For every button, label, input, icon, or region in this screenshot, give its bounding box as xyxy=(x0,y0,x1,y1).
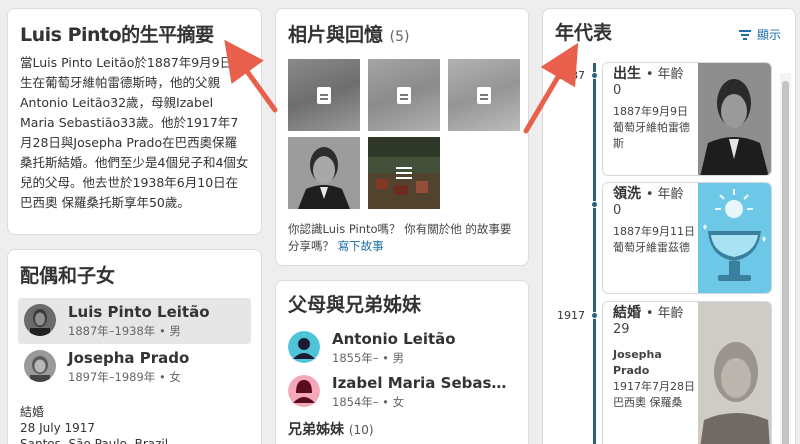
spouses-children-card: 配偶和子女 Luis Pinto Leitão 1887年–1938年 • 男 … xyxy=(7,249,262,444)
event-person: Josepha Prado xyxy=(613,348,662,377)
photos-memories-card: 相片與回憶 (5) 你認識Luis Pinto嗎？ 你有關於他 的故事要分享嗎？… xyxy=(275,8,529,266)
life-summary-card: Luis Pinto的生平摘要 當Luis Pinto Leitão於1887年… xyxy=(7,8,262,235)
event-date: 1887年9月11日 xyxy=(613,225,695,238)
timeline-dot xyxy=(591,312,598,319)
event-age-label: • 年齡 xyxy=(645,67,684,82)
filter-icon xyxy=(738,30,751,40)
siblings-count: (10) xyxy=(348,423,374,437)
person-row-spouse[interactable]: Josepha Prado 1897年–1989年 • 女 xyxy=(18,344,251,390)
marriage-info: 結婚 28 July 1917 Santos, São Paulo, Brazi… xyxy=(20,404,249,444)
parents-siblings-title: 父母與兄弟姊妹 xyxy=(288,294,422,316)
photos-count: (5) xyxy=(389,29,410,45)
life-summary-title: Luis Pinto的生平摘要 xyxy=(20,24,214,46)
person-name: Luis Pinto Leitão xyxy=(68,303,210,321)
person-dates: 1855年– • 男 xyxy=(332,351,405,365)
timeline-dot xyxy=(591,201,598,208)
person-dates: 1897年–1989年 • 女 xyxy=(68,370,181,384)
event-age-label: • 年齡 xyxy=(645,306,684,321)
timeline-card: 年代表 顯示 1887 1917 出生 • 年齡 0 1887年9月9日 葡萄牙… xyxy=(542,8,796,444)
person-row-mother[interactable]: Izabel Maria Sebastião 1854年– • 女 xyxy=(288,373,516,411)
write-story-link[interactable]: 寫下故事 xyxy=(338,239,384,253)
person-dates: 1854年– • 女 xyxy=(332,395,405,409)
photo-thumb-document[interactable] xyxy=(368,59,440,131)
document-icon xyxy=(397,87,411,104)
event-age: 0 xyxy=(613,203,622,218)
male-avatar-icon xyxy=(288,331,320,363)
timeline-line xyxy=(593,63,596,444)
baptism-font-icon xyxy=(698,183,771,293)
siblings-label: 兄弟姊妹 xyxy=(288,422,344,438)
person-name[interactable]: Antonio Leitão xyxy=(332,329,456,349)
person-name[interactable]: Josepha Prado xyxy=(68,348,189,368)
person-name[interactable]: Izabel Maria Sebastião xyxy=(332,373,512,393)
photo-thumb-story[interactable] xyxy=(368,137,440,209)
document-icon xyxy=(477,87,491,104)
photo-grid xyxy=(288,59,520,209)
event-portrait-image xyxy=(698,63,771,175)
photo-thumb-document[interactable] xyxy=(288,59,360,131)
event-age: 0 xyxy=(613,83,622,98)
marriage-place: Santos, São Paulo, Brazil xyxy=(20,437,169,444)
marriage-date: 28 July 1917 xyxy=(20,421,96,435)
photos-title: 相片與回憶 (5) xyxy=(288,23,516,49)
life-summary-text: 當Luis Pinto Leitão於1887年9月9日出生在葡萄牙維帕雷德斯時… xyxy=(20,55,249,210)
female-avatar-icon xyxy=(288,375,320,407)
person-dates: 1887年–1938年 • 男 xyxy=(68,324,181,338)
photo-thumb-document[interactable] xyxy=(448,59,520,131)
show-filter-button[interactable]: 顯示 xyxy=(738,26,781,43)
scrollbar-thumb[interactable] xyxy=(782,81,789,444)
event-date: 1887年9月9日 xyxy=(613,105,688,118)
story-icon xyxy=(396,167,412,179)
person-row-father[interactable]: Antonio Leitão 1855年– • 男 xyxy=(288,329,516,367)
event-title: 出生 xyxy=(613,66,641,82)
timeline-event-birth[interactable]: 出生 • 年齡 0 1887年9月9日 葡萄牙維帕雷德斯 xyxy=(602,62,772,176)
event-age: 29 xyxy=(613,322,630,337)
event-place: 葡萄牙維帕雷德斯 xyxy=(613,121,690,150)
event-place: 巴西奧 保羅桑 xyxy=(613,396,683,409)
avatar xyxy=(24,304,56,336)
event-place: 葡萄牙維雷茲德 xyxy=(613,241,690,254)
event-date: 1917年7月28日 xyxy=(613,380,695,393)
parents-siblings-card: 父母與兄弟姊妹 Antonio Leitão 1855年– • 男 Izabel… xyxy=(275,280,529,444)
timeline-year: 1887 xyxy=(557,69,585,82)
photo-prompt: 你認識Luis Pinto嗎？ 你有關於他 的故事要分享嗎？ 寫下故事 xyxy=(288,221,516,255)
marriage-label: 結婚 xyxy=(20,405,45,419)
avatar xyxy=(24,350,56,382)
photo-thumb-portrait[interactable] xyxy=(288,137,360,209)
timeline-event-baptism[interactable]: 領洗 • 年齡 0 1887年9月11日 葡萄牙維雷茲德 xyxy=(602,182,772,294)
person-row-self[interactable]: Luis Pinto Leitão 1887年–1938年 • 男 xyxy=(18,298,251,344)
photos-title-text: 相片與回憶 xyxy=(288,24,384,46)
event-portrait-image xyxy=(698,302,771,444)
document-icon xyxy=(317,87,331,104)
event-age-label: • 年齡 xyxy=(645,187,684,202)
event-title: 結婚 xyxy=(613,305,641,321)
timeline-dot xyxy=(591,72,598,79)
spouses-children-title: 配偶和子女 xyxy=(20,265,116,287)
timeline-event-marriage[interactable]: 結婚 • 年齡 29 Josepha Prado 1917年7月28日 巴西奧 … xyxy=(602,301,772,444)
photo-prompt-text: 你認識Luis Pinto嗎？ 你有關於他 的故事要分享嗎？ xyxy=(288,222,512,253)
show-label: 顯示 xyxy=(756,28,781,42)
siblings-header[interactable]: 兄弟姊妹 (10) xyxy=(288,419,516,439)
timeline-year: 1917 xyxy=(557,309,585,322)
timeline-scrollbar[interactable] xyxy=(780,73,791,444)
event-title: 領洗 xyxy=(613,186,641,202)
